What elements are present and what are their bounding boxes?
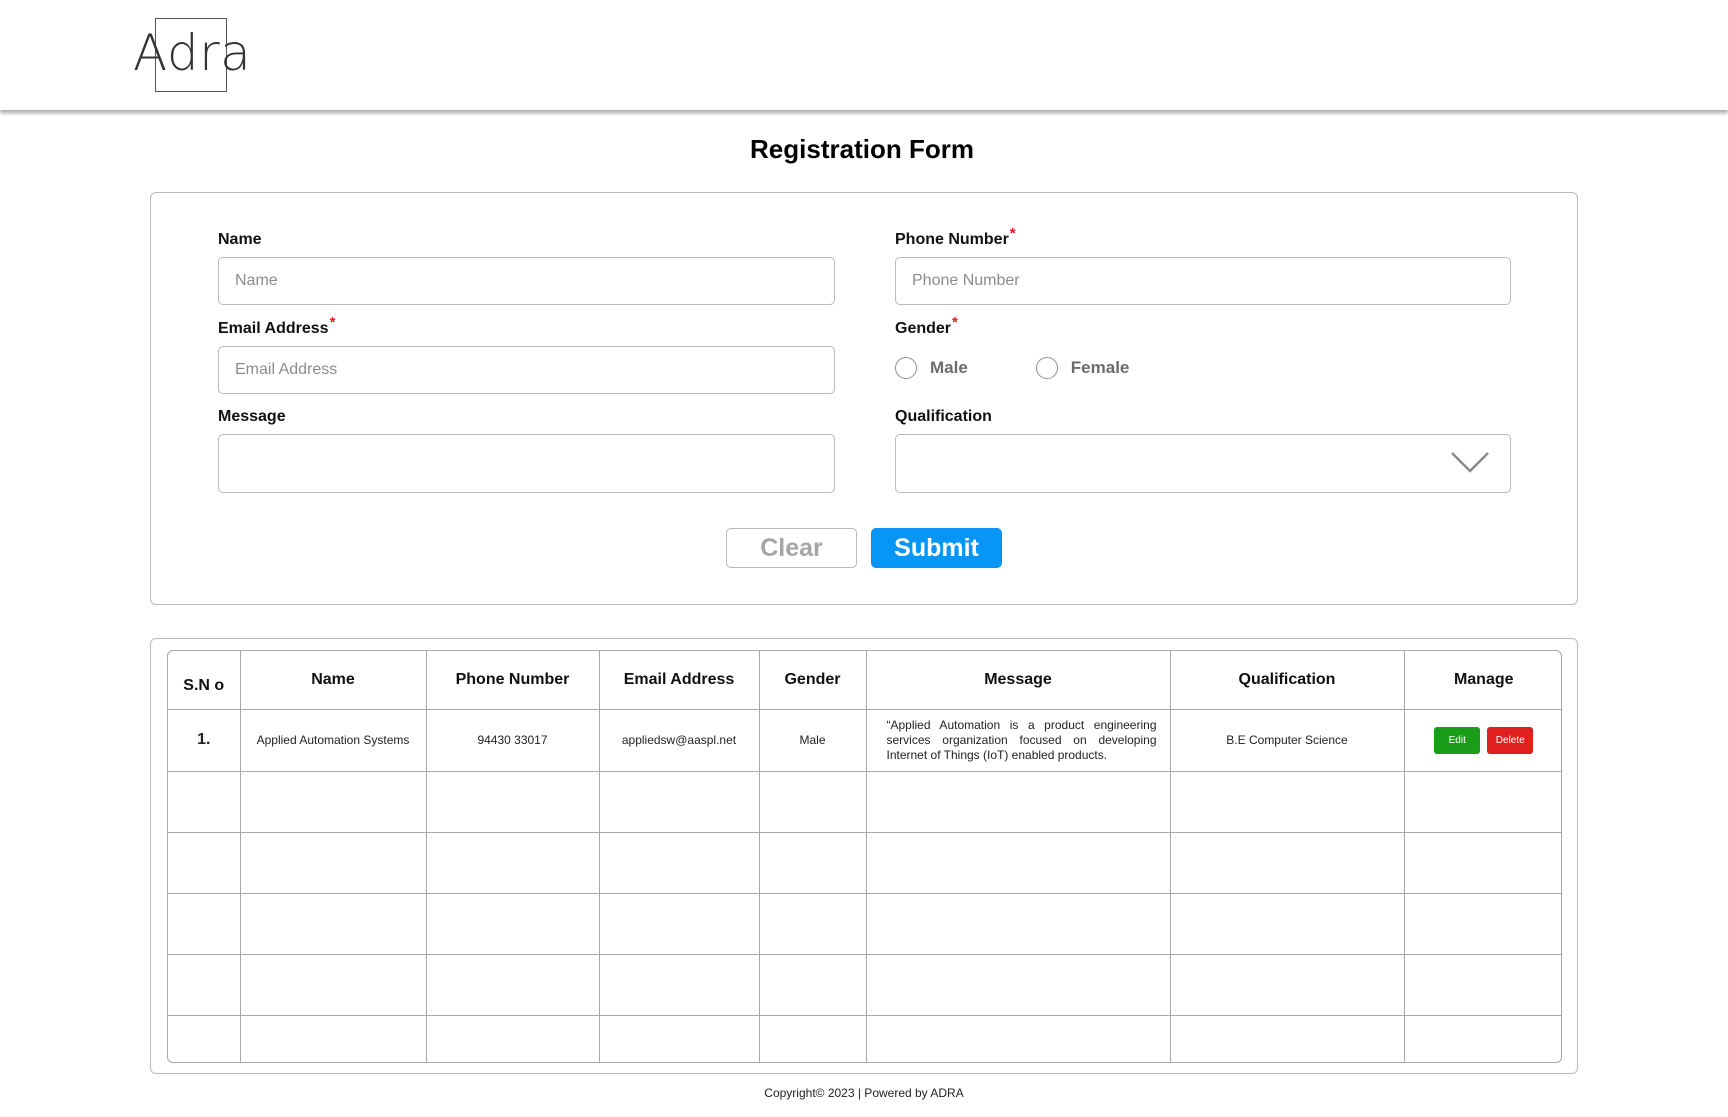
table-row-empty — [168, 953, 1561, 1016]
radio-label-male: Male — [930, 358, 968, 377]
required-mark: * — [329, 314, 336, 331]
table-row-empty — [168, 892, 1561, 955]
cell-email: appliedsw@aaspl.net — [598, 708, 760, 772]
cell-gender: Male — [758, 708, 867, 772]
name-input[interactable] — [218, 257, 835, 305]
message-textarea[interactable] — [218, 434, 835, 493]
chevron-down-icon — [1451, 452, 1489, 473]
table-header-row: S.N o Name Phone Number Email Address Ge… — [168, 651, 1561, 710]
column-header-message: Message — [865, 651, 1171, 710]
email-input[interactable] — [218, 346, 835, 394]
top-header: Adra — [0, 0, 1728, 110]
column-header-gender: Gender — [758, 651, 867, 710]
edit-button[interactable]: Edit — [1434, 726, 1481, 754]
column-header-qualification: Qualification — [1169, 651, 1405, 710]
column-header-sno: S.N o — [168, 651, 241, 710]
cell-manage: Edit Delete — [1403, 708, 1561, 772]
column-header-phone: Phone Number — [425, 651, 600, 710]
required-mark: * — [952, 314, 958, 331]
table-row-empty — [168, 770, 1561, 833]
phone-label: Phone Number* — [895, 225, 1016, 248]
adra-logo[interactable]: Adra — [133, 18, 251, 94]
cell-phone: 94430 33017 — [425, 708, 600, 772]
clear-button[interactable]: Clear — [726, 528, 857, 568]
radio-label-female: Female — [1070, 358, 1130, 377]
qualification-label: Qualification — [895, 408, 992, 425]
email-label: Email Address* — [218, 314, 336, 337]
registration-form-card — [150, 192, 1578, 605]
table-row-empty — [168, 831, 1561, 894]
name-label: Name — [218, 231, 262, 248]
gender-label: Gender* — [895, 314, 958, 337]
qualification-select[interactable] — [895, 434, 1511, 493]
logo-text: Adra — [133, 24, 252, 82]
cell-sno: 1. — [168, 708, 241, 772]
page-title: Registration Form — [750, 134, 974, 164]
required-mark: * — [1009, 225, 1016, 242]
submit-button[interactable]: Submit — [871, 528, 1002, 568]
cell-qualification: B.E Computer Science — [1169, 708, 1405, 772]
column-header-email: Email Address — [598, 651, 760, 710]
table-row: 1. Applied Automation Systems 94430 3301… — [168, 708, 1561, 772]
column-header-name: Name — [239, 651, 427, 710]
table-row-empty — [168, 1014, 1561, 1062]
gender-option-male[interactable]: Male — [895, 357, 968, 379]
gender-radio-group: Male Female — [895, 357, 1197, 379]
phone-input[interactable] — [895, 257, 1511, 305]
radio-button-female[interactable] — [1035, 357, 1058, 379]
message-label: Message — [218, 408, 286, 425]
gender-option-female[interactable]: Female — [1035, 357, 1130, 379]
footer-copyright: Copyright© 2023 | Powered by ADRA — [764, 1086, 964, 1100]
cell-name: Applied Automation Systems — [239, 708, 427, 772]
delete-button[interactable]: Delete — [1487, 726, 1534, 754]
cell-message: “Applied Automation is a product enginee… — [865, 708, 1171, 772]
column-header-manage: Manage — [1403, 651, 1561, 710]
radio-button-male[interactable] — [895, 357, 917, 379]
records-table: S.N o Name Phone Number Email Address Ge… — [167, 650, 1562, 1063]
